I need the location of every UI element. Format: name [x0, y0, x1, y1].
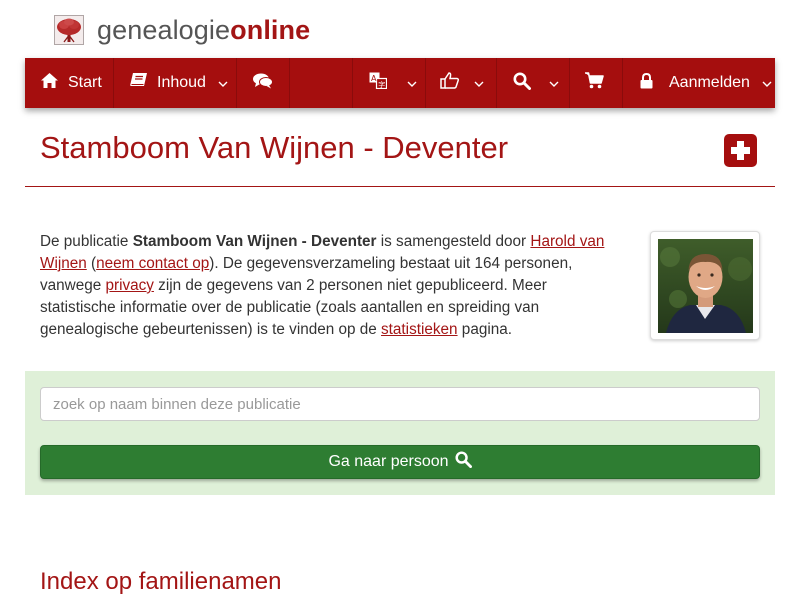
page-title: Stamboom Van Wijnen - Deventer: [40, 130, 509, 165]
privacy-link[interactable]: privacy: [105, 277, 153, 294]
search-icon: [513, 72, 531, 95]
language-icon: A字: [369, 72, 388, 94]
tree-logo-icon: [54, 15, 84, 45]
chevron-down-icon: [407, 74, 417, 92]
person-search-input[interactable]: [40, 387, 760, 421]
nav-start[interactable]: Start: [25, 58, 114, 108]
contact-link[interactable]: neem contact op: [96, 255, 209, 272]
brand-name: genealogieonline: [97, 15, 310, 45]
author-photo-frame[interactable]: [650, 231, 760, 340]
brand-name-bold: online: [230, 15, 311, 45]
chevron-down-icon: [549, 74, 559, 92]
add-plus-button[interactable]: [724, 134, 757, 167]
intro-text-1: De publicatie: [40, 233, 133, 250]
svg-text:字: 字: [378, 80, 385, 89]
nav-search[interactable]: [497, 58, 570, 108]
intro-text-3: (: [86, 255, 97, 272]
nav-spacer: [290, 58, 353, 108]
title-divider: [25, 186, 775, 187]
nav-aanmelden-label: Aanmelden: [669, 74, 750, 91]
nav-inhoud-label: Inhoud: [157, 74, 206, 91]
nav-forum[interactable]: [237, 58, 290, 108]
publication-name: Stamboom Van Wijnen - Deventer: [132, 233, 377, 250]
author-avatar: [658, 239, 753, 333]
publication-intro: De publicatie Stamboom Van Wijnen - Deve…: [40, 231, 615, 341]
nav-share[interactable]: [426, 58, 497, 108]
comments-icon: [253, 73, 273, 94]
lock-icon: [640, 72, 653, 94]
nav-inhoud[interactable]: Inhoud: [114, 58, 237, 108]
go-to-person-button[interactable]: Ga naar persoon: [40, 445, 760, 479]
home-icon: [41, 73, 58, 93]
nav-aanmelden[interactable]: Aanmelden: [623, 58, 775, 108]
chevron-down-icon: [218, 74, 228, 92]
statistics-link[interactable]: statistieken: [381, 321, 458, 338]
chevron-down-icon: [474, 74, 484, 92]
nav-start-label: Start: [68, 74, 102, 91]
nav-language[interactable]: A字: [353, 58, 426, 108]
svg-text:A: A: [371, 74, 377, 83]
go-to-person-label: Ga naar persoon: [328, 453, 449, 470]
book-icon: [130, 73, 147, 93]
person-search-panel: Ga naar persoon: [25, 371, 775, 495]
intro-text-2: is samengesteld door: [376, 233, 531, 250]
brand-name-regular: genealogie: [97, 15, 231, 45]
nav-shop[interactable]: [570, 58, 623, 108]
chevron-down-icon: [762, 74, 772, 92]
main-navbar: Start Inhoud A字 Aanmelden: [25, 58, 775, 108]
cart-icon: [585, 72, 604, 94]
site-logo[interactable]: genealogieonline: [54, 14, 310, 46]
intro-text-6: pagina.: [457, 321, 512, 338]
thumbs-up-icon: [440, 72, 460, 94]
search-icon: [455, 451, 472, 473]
index-surnames-heading: Index op familienamen: [40, 568, 282, 595]
